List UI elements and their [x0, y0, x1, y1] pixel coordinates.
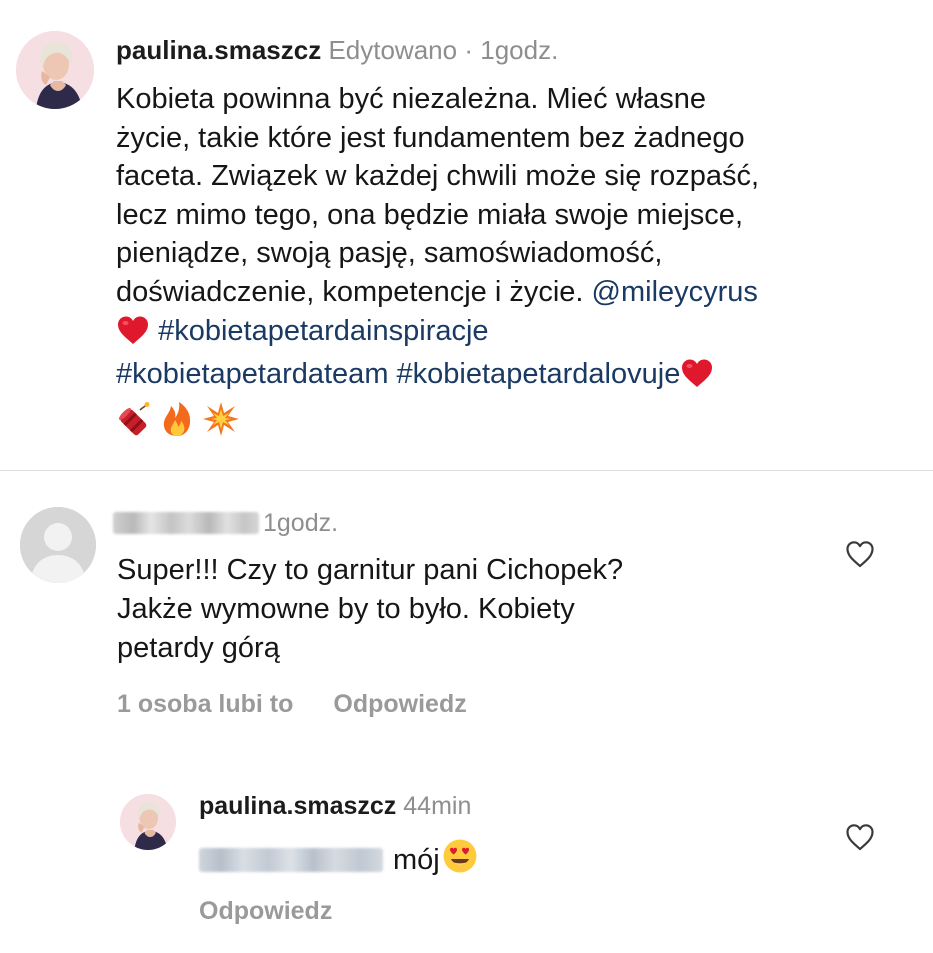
default-avatar[interactable] — [20, 507, 96, 583]
emoji-row — [116, 401, 906, 448]
caption-header: paulina.smaszcz Edytowano · 1godz. — [116, 33, 558, 67]
comment-text: Super!!! Czy to garnitur pani Cichopek? … — [117, 551, 623, 668]
mention-link[interactable]: @mileycyrus — [592, 276, 758, 308]
fire-emoji-icon — [160, 401, 194, 448]
reply-word: mój — [393, 844, 440, 876]
reply-header: paulina.smaszcz 44min — [199, 790, 471, 822]
comment-line: petardy górą — [117, 632, 280, 664]
timestamp: 1godz. — [480, 35, 559, 65]
caption-line: pieniądze, swoją pasję, samoświadomość, — [116, 237, 663, 270]
comment-line: Super!!! Czy to garnitur pani Cichopek? — [117, 554, 624, 586]
avatar[interactable] — [16, 31, 94, 109]
caption-line: życie, takie które jest fundamentem bez … — [116, 121, 745, 154]
blurred-mention — [199, 848, 383, 872]
hashtag-line: #kobietapetardainspiracje — [116, 312, 906, 356]
reply-button[interactable]: Odpowiedz — [199, 895, 332, 927]
reply-text: mój — [199, 838, 478, 884]
hashtag-line: #kobietapetardateam #kobietapetardalovuj… — [116, 355, 906, 399]
like-heart-icon[interactable] — [845, 823, 875, 851]
caption-line: lecz mimo tego, ona będzie miała swoje m… — [116, 198, 743, 231]
divider — [0, 470, 933, 471]
separator: · — [464, 35, 473, 65]
edited-label: Edytowano — [328, 35, 458, 65]
heart-emoji-icon — [680, 358, 714, 399]
username[interactable]: paulina.smaszcz — [199, 792, 396, 820]
heart-eyes-emoji-icon — [442, 838, 478, 884]
caption-line-with-mention: doświadczenie, kompetencje i życie. @mil… — [116, 273, 906, 312]
likes-count-link[interactable]: 1 osoba lubi to — [117, 690, 293, 718]
caption-line: faceta. Związek w każdej chwili może się… — [116, 160, 760, 193]
reply-button[interactable]: Odpowiedz — [333, 690, 466, 718]
reply-timestamp: 44min — [403, 792, 472, 820]
caption-text: Kobieta powinna być niezależna. Mieć wła… — [116, 80, 906, 447]
caption-line: doświadczenie, kompetencje i życie. — [116, 275, 584, 308]
firecracker-emoji-icon — [116, 401, 152, 448]
blurred-username — [113, 512, 259, 534]
comment-line: Jakże wymowne by to było. Kobiety — [117, 593, 575, 625]
username[interactable]: paulina.smaszcz — [116, 35, 321, 65]
avatar[interactable] — [120, 794, 176, 850]
heart-emoji-icon — [116, 315, 150, 356]
caption-line: Kobieta powinna być niezależna. Mieć wła… — [116, 83, 707, 115]
hashtag-link[interactable]: #kobietapetardainspiracje — [158, 315, 489, 347]
comment-actions: 1 osoba lubi to Odpowiedz — [117, 688, 467, 720]
comment-timestamp: 1godz. — [263, 509, 339, 537]
collision-emoji-icon — [202, 401, 240, 448]
hashtag-link[interactable]: #kobietapetardateam — [116, 358, 388, 390]
like-heart-icon[interactable] — [845, 540, 875, 568]
hashtag-link[interactable]: #kobietapetardalovuje — [397, 358, 681, 390]
